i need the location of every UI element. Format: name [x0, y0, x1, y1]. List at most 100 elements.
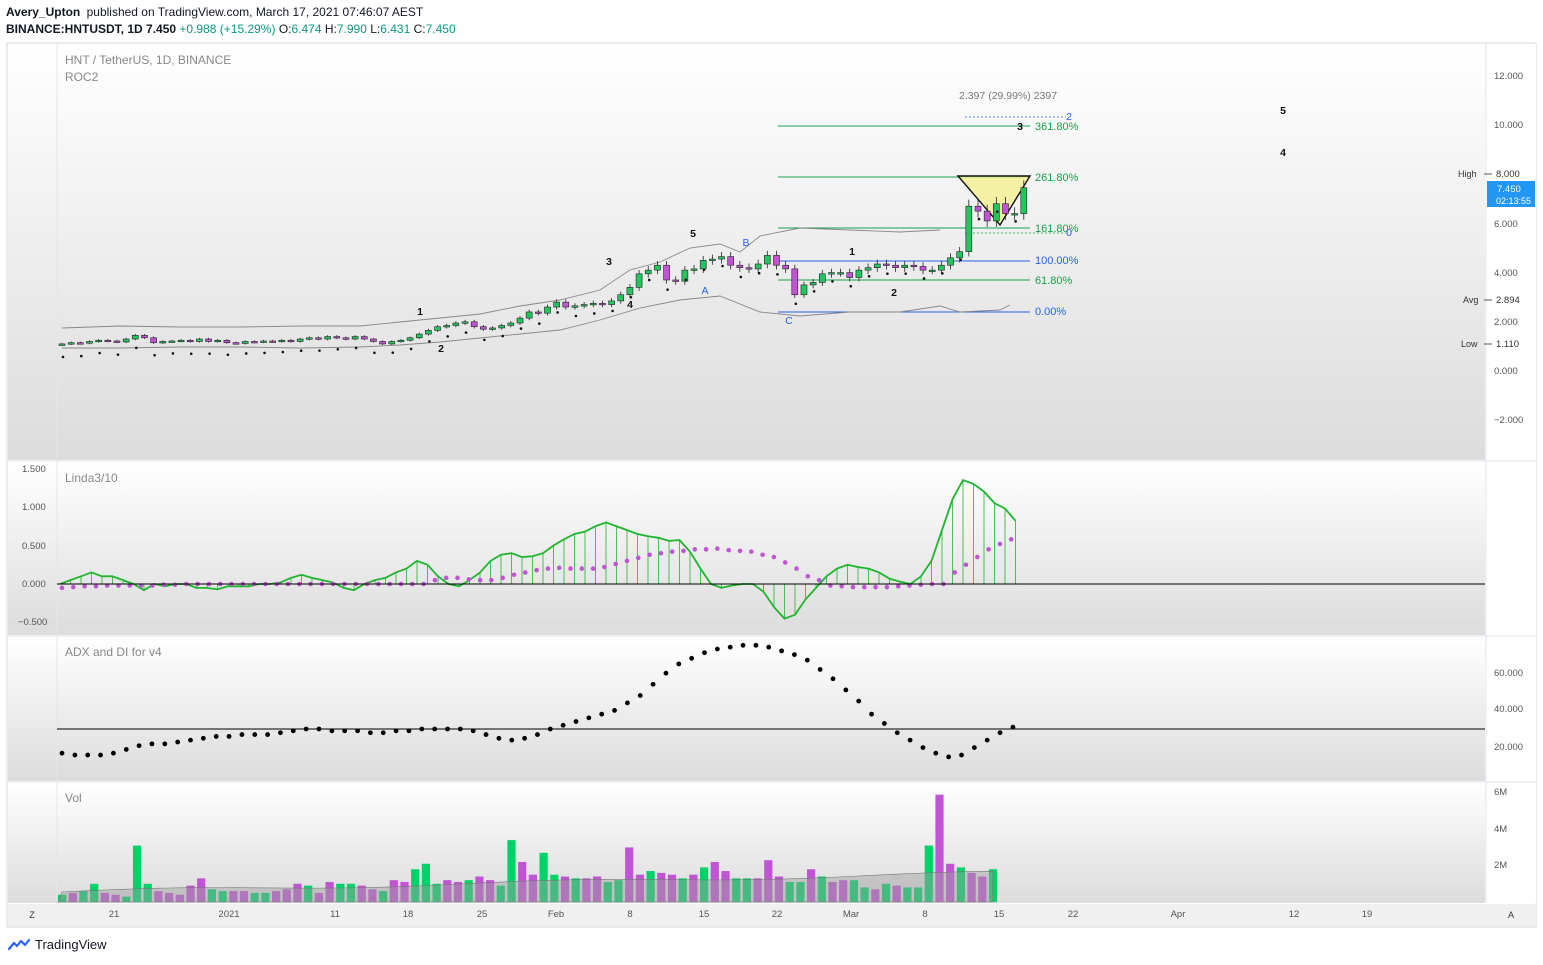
candle-up [828, 272, 835, 275]
y-tick: 1.500 [22, 464, 46, 475]
candle-down [379, 341, 386, 345]
sar-dot [611, 309, 614, 313]
fib-level-label: 61.80% [1035, 275, 1073, 287]
sar-dot [794, 302, 798, 306]
sar-dot [941, 272, 944, 275]
linda-signal-dot [455, 575, 460, 581]
linda-signal-dot [624, 558, 630, 564]
linda-signal-dot [873, 584, 878, 590]
tradingview-logo-icon [8, 938, 30, 950]
wave-label: 2 [1066, 111, 1072, 123]
candle-up [86, 341, 93, 344]
sar-dot [849, 284, 853, 288]
linda-signal-dot [443, 575, 449, 581]
candle-up [324, 336, 331, 340]
sar-dot [538, 322, 541, 325]
adx-dot [560, 722, 566, 728]
adx-dot [984, 737, 990, 743]
y-tick: 6.000 [1494, 219, 1518, 230]
sar-dot [98, 351, 101, 355]
y-tick: 2.000 [1494, 317, 1518, 328]
candle-up [928, 269, 936, 272]
candle-down [974, 205, 982, 212]
sar-dot [336, 347, 340, 351]
adx-dot [612, 708, 617, 713]
candle-up [718, 256, 725, 260]
adx-dot [278, 730, 283, 736]
adx-dot [59, 750, 65, 756]
linda-signal-dot [489, 577, 494, 583]
candle-down [251, 341, 258, 344]
adx-dot [586, 715, 592, 721]
adx-pane-title: ADX and DI for v4 [65, 645, 162, 659]
adx-pane[interactable] [8, 637, 1485, 781]
sar-dot [959, 258, 962, 262]
candle-up [809, 282, 817, 286]
candle-up [214, 339, 222, 343]
wave-label: 2 [438, 343, 444, 355]
candle-up [626, 287, 634, 296]
time-tick: Mar [843, 909, 859, 920]
linda-signal-dot [71, 584, 76, 590]
candle-down [782, 264, 789, 270]
sar-dot [831, 280, 834, 283]
sar-dot [867, 274, 871, 278]
y-tick: 6M [1494, 787, 1507, 798]
candle-up [159, 341, 167, 344]
sar-dot [116, 353, 120, 356]
main-pane[interactable] [8, 44, 1485, 460]
time-tick: 12 [1289, 909, 1300, 920]
y-tick: 0.000 [1494, 366, 1518, 377]
candle-down [232, 342, 240, 345]
candle-up [837, 272, 844, 275]
sar-dot [208, 352, 211, 355]
zoom-left-button[interactable]: Z [29, 910, 35, 920]
candle-up [617, 294, 625, 302]
adx-dot [843, 687, 849, 693]
candle-up [709, 258, 716, 261]
adx-dot [123, 747, 129, 752]
candle-up [196, 338, 203, 342]
adx-dot [252, 732, 258, 737]
y-tick: 0.500 [22, 541, 46, 552]
adx-dot [689, 655, 695, 661]
sar-dot [373, 351, 376, 355]
candle-down [315, 337, 322, 340]
sar-dot [757, 271, 761, 275]
y-tick: −0.500 [18, 617, 47, 628]
adx-dot [162, 741, 168, 747]
sar-dot [483, 338, 486, 342]
candle-down [773, 255, 780, 266]
candle-up [452, 322, 460, 326]
high-marker-value: 8.000 [1496, 169, 1520, 180]
sar-dot [226, 353, 230, 357]
y-tick: 12.000 [1494, 71, 1523, 82]
linda-signal-dot [997, 541, 1003, 547]
roc2-indicator-label: ROC2 [65, 70, 99, 84]
candle-up [644, 269, 652, 275]
adx-dot [175, 739, 181, 745]
footer-brand[interactable]: TradingView [8, 937, 107, 952]
linda-signal-dot [850, 584, 856, 590]
time-tick: 18 [403, 909, 414, 920]
candle-up [580, 304, 588, 307]
zoom-right-button[interactable]: A [1508, 910, 1514, 920]
linda-signal-dot [737, 548, 743, 554]
candle-down [333, 336, 341, 339]
linda-signal-dot [82, 584, 87, 589]
candle-down [141, 335, 148, 339]
adx-dot [380, 730, 386, 736]
linda-signal-dot [613, 561, 618, 567]
candle-up [690, 268, 698, 271]
sar-dot [501, 334, 504, 338]
fib-level-label: 100.00% [1035, 255, 1079, 267]
linda-pane[interactable] [8, 462, 1485, 635]
chart-stage[interactable]: Z A 21 2021 11 18 25 Feb 8 15 22 Mar 8 15 22 Apr 12 19 … [0, 0, 1543, 965]
linda-signal-dot [511, 572, 517, 578]
candle-down [480, 326, 487, 330]
candle-up [754, 263, 762, 270]
candle-up [544, 306, 551, 314]
time-tick: 15 [699, 909, 710, 920]
candle-up [938, 264, 945, 271]
candle-up [241, 341, 249, 344]
